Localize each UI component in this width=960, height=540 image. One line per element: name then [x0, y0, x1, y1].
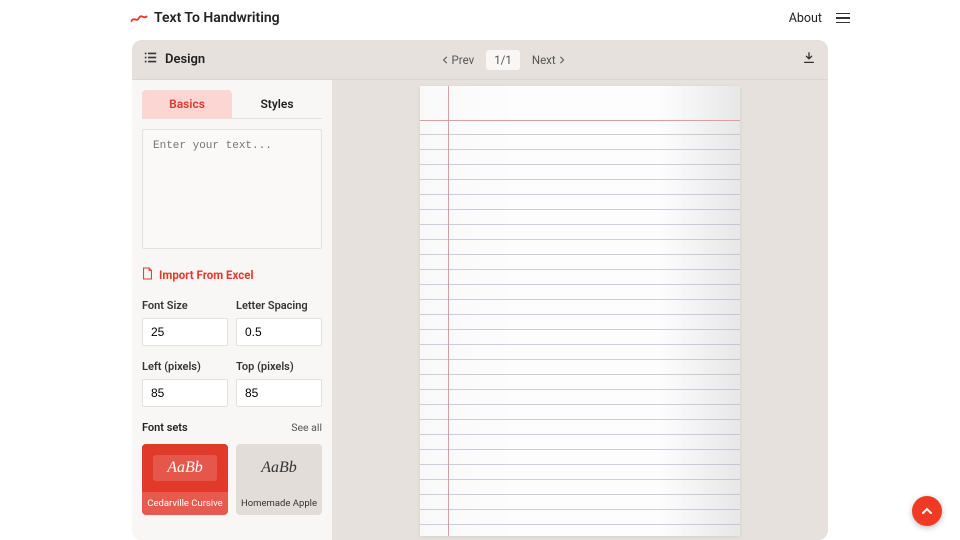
list-icon [144, 51, 157, 68]
brand-title: Text To Handwriting [154, 10, 280, 26]
design-title: Design [165, 52, 205, 67]
font-name: Homemade Apple [236, 492, 322, 515]
tab-styles[interactable]: Styles [232, 90, 322, 118]
left-label: Left (pixels) [142, 360, 228, 373]
design-toolbar: Design Prev 1/1 Next [132, 40, 828, 80]
nav-about[interactable]: About [789, 11, 822, 26]
scroll-top-fab[interactable] [912, 496, 942, 526]
font-card-cedarville[interactable]: AaBb Cedarville Cursive [142, 444, 228, 515]
letter-spacing-input[interactable] [236, 318, 322, 346]
brand[interactable]: Text To Handwriting [130, 9, 280, 27]
app-shell: Design Prev 1/1 Next Basics Styles [132, 40, 828, 540]
see-all-link[interactable]: See all [291, 421, 322, 434]
download-button[interactable] [802, 51, 816, 69]
tab-basics[interactable]: Basics [142, 90, 232, 118]
letter-spacing-label: Letter Spacing [236, 299, 322, 312]
chevron-up-icon [921, 505, 933, 517]
top-label: Top (pixels) [236, 360, 322, 373]
font-card-homemade[interactable]: AaBb Homemade Apple [236, 444, 322, 515]
import-label: Import From Excel [159, 268, 254, 282]
prev-label: Prev [452, 53, 475, 67]
file-icon [142, 267, 153, 283]
font-name: Cedarville Cursive [142, 492, 228, 515]
import-excel-button[interactable]: Import From Excel [142, 267, 322, 283]
next-button[interactable]: Next [524, 50, 574, 70]
font-sample: AaBb [261, 459, 297, 477]
canvas-area: // placeholder; lines generated after da… [332, 80, 828, 540]
sidebar: Basics Styles Import From Excel Font Siz… [132, 80, 332, 540]
fontsets-title: Font sets [142, 421, 188, 434]
font-sample: AaBb [153, 455, 217, 481]
paper-preview: // placeholder; lines generated after da… [420, 86, 740, 536]
brand-logo-icon [130, 9, 148, 27]
font-size-input[interactable] [142, 318, 228, 346]
menu-icon[interactable] [836, 13, 850, 24]
next-label: Next [532, 53, 556, 67]
page-indicator: 1/1 [486, 50, 520, 70]
prev-button[interactable]: Prev [434, 50, 483, 70]
top-input[interactable] [236, 379, 322, 407]
left-input[interactable] [142, 379, 228, 407]
chevron-right-icon [558, 56, 566, 64]
text-input[interactable] [142, 129, 322, 249]
chevron-left-icon [442, 56, 450, 64]
font-size-label: Font Size [142, 299, 228, 312]
